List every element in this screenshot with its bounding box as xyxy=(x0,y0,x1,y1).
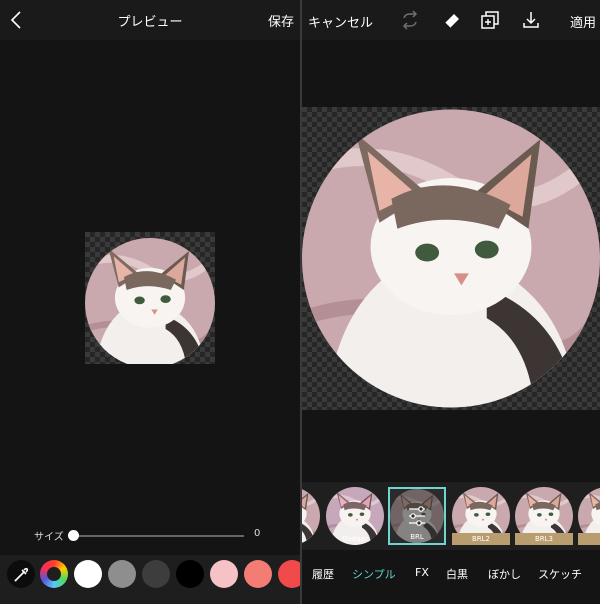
layers-icon[interactable] xyxy=(480,10,500,30)
size-label: サイズ xyxy=(34,532,64,543)
filter-thumb-partial-right[interactable] xyxy=(578,487,600,545)
color-swatch-dark-gray[interactable] xyxy=(142,560,170,588)
color-swatch-pink[interactable] xyxy=(210,560,238,588)
filter-name: Dodger xyxy=(342,535,368,543)
filter-name: BRL xyxy=(410,533,424,541)
cat-cutout-preview xyxy=(85,232,215,364)
filter-thumb-dodger[interactable]: Dodger xyxy=(326,487,384,545)
editor-toolbar: キャンセル 適用 xyxy=(302,0,600,40)
color-wheel-icon[interactable] xyxy=(40,560,68,588)
save-button[interactable]: 保存 xyxy=(268,11,294,30)
filter-thumb-brl-selected[interactable]: BRL xyxy=(388,487,446,545)
eraser-icon[interactable] xyxy=(442,10,462,30)
color-swatch-gray[interactable] xyxy=(108,560,136,588)
filter-thumb-image xyxy=(302,487,320,545)
filter-thumb-brl3[interactable]: BRL3 xyxy=(515,487,573,545)
filter-name: BRL2 xyxy=(452,533,510,545)
color-swatch-red[interactable] xyxy=(278,560,300,588)
preview-screen: プレビュー 保存 サイズ 0 xyxy=(0,0,300,604)
tab-blur[interactable]: ぼかし xyxy=(488,566,521,582)
editing-canvas[interactable] xyxy=(302,107,600,410)
cancel-button[interactable]: キャンセル xyxy=(308,12,373,31)
apply-button[interactable]: 適用 xyxy=(570,12,596,31)
size-slider-track[interactable] xyxy=(74,535,244,537)
color-swatch-black[interactable] xyxy=(176,560,204,588)
filter-thumb-partial[interactable] xyxy=(302,487,320,545)
preview-header: プレビュー 保存 xyxy=(0,0,300,40)
tab-monochrome[interactable]: 白黒 xyxy=(446,566,468,582)
filter-name xyxy=(578,533,600,545)
filter-name: BRL3 xyxy=(515,533,573,545)
eyedropper-icon xyxy=(14,567,29,582)
tab-fx[interactable]: FX xyxy=(415,566,429,579)
tab-sketch[interactable]: スケッチ xyxy=(538,566,582,582)
preview-image xyxy=(85,232,215,364)
editor-screen: キャンセル 適用 Dodger BRL BRL2 BRL3 履歴 シンプル FX… xyxy=(302,0,600,604)
download-icon[interactable] xyxy=(521,10,541,30)
color-swatch-salmon[interactable] xyxy=(244,560,272,588)
cat-cutout-large xyxy=(302,107,600,410)
swap-icon[interactable] xyxy=(400,10,420,30)
page-title: プレビュー xyxy=(117,15,183,30)
filter-thumb-brl2[interactable]: BRL2 xyxy=(452,487,510,545)
tab-simple[interactable]: シンプル xyxy=(352,566,396,582)
tab-history[interactable]: 履歴 xyxy=(312,566,334,582)
eyedropper-button[interactable] xyxy=(7,560,35,588)
size-slider-thumb[interactable] xyxy=(68,530,79,541)
color-swatch-white[interactable] xyxy=(74,560,102,588)
size-value: 0 xyxy=(254,528,261,539)
